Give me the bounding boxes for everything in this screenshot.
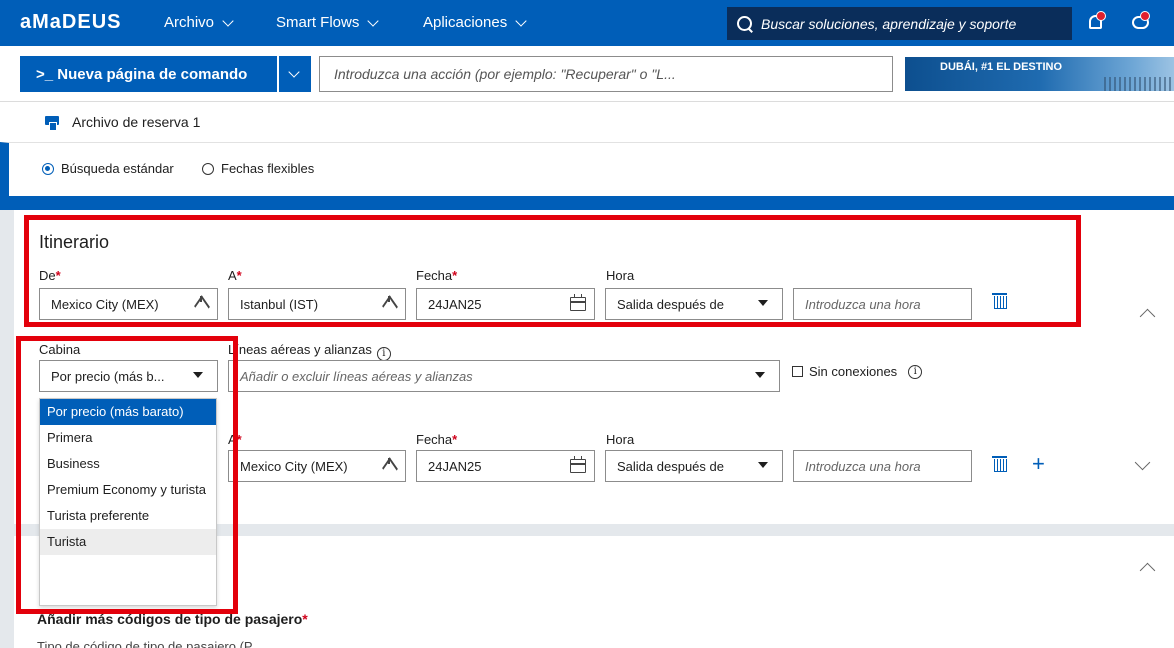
chevron-down-icon: [515, 14, 527, 27]
booking-file-row: Archivo de reserva 1: [0, 102, 1174, 142]
from-label: De*: [39, 268, 61, 283]
search-icon: [737, 15, 753, 32]
delete-icon[interactable]: [992, 293, 1007, 309]
cabin-option-premium-tourist[interactable]: Turista preferente: [40, 503, 216, 529]
to-input-2[interactable]: Mexico City (MEX): [228, 450, 406, 482]
left-gutter: [0, 210, 14, 648]
radio-selected-icon: [42, 162, 54, 175]
airport-lookup-icon[interactable]: [381, 458, 397, 474]
time-mode-select[interactable]: Salida después de: [605, 288, 783, 320]
time-input[interactable]: Introduzca una hora: [793, 288, 972, 320]
airlines-input[interactable]: Añadir o excluir líneas aéreas y alianza…: [228, 360, 780, 392]
skyline-image: [1104, 77, 1174, 91]
cabin-option-first[interactable]: Primera: [40, 425, 216, 451]
time-label-2: Hora: [606, 432, 635, 447]
airport-lookup-icon[interactable]: [381, 296, 397, 312]
new-command-page-button[interactable]: >_ Nueva página de comando: [20, 56, 277, 92]
booking-file-label[interactable]: Archivo de reserva 1: [72, 114, 200, 130]
cabin-option-tourist[interactable]: Turista: [40, 529, 216, 555]
command-row: >_ Nueva página de comando Introduzca un…: [0, 46, 1174, 102]
airlines-label: Líneas aéreas y alianzas i: [228, 342, 391, 361]
delete-icon[interactable]: [992, 456, 1007, 472]
date-input[interactable]: 24JAN25: [416, 288, 595, 320]
radio-standard-search[interactable]: Búsqueda estándar: [42, 161, 174, 176]
info-icon[interactable]: i: [376, 347, 391, 361]
date-label: Fecha*: [416, 268, 458, 283]
global-search-input[interactable]: Buscar soluciones, aprendizaje y soporte: [727, 7, 1072, 40]
time-mode-select-2[interactable]: Salida después de: [605, 450, 783, 482]
menu-archivo[interactable]: Archivo: [164, 14, 234, 31]
to-input[interactable]: Istanbul (IST): [228, 288, 406, 320]
radio-unselected-icon: [202, 162, 214, 175]
search-type-strip: Búsqueda estándar Fechas flexibles: [0, 142, 1174, 196]
caret-down-icon: [758, 462, 768, 468]
from-input[interactable]: Mexico City (MEX): [39, 288, 218, 320]
passenger-type-text: Tipo de código de tipo de pasajero (P: [37, 639, 253, 648]
cabin-option-business[interactable]: Business: [40, 451, 216, 477]
date-input-2[interactable]: 24JAN25: [416, 450, 595, 482]
chevron-down-icon: [288, 66, 300, 78]
calendar-icon[interactable]: [570, 294, 586, 311]
cabin-option-cheapest[interactable]: Por precio (más barato): [40, 399, 216, 425]
cabin-label: Cabina: [39, 342, 81, 357]
menu-smart-flows[interactable]: Smart Flows: [276, 14, 380, 31]
caret-down-icon: [193, 372, 203, 378]
chat-icon[interactable]: [1130, 11, 1152, 33]
caret-down-icon: [758, 300, 768, 306]
menu-aplicaciones[interactable]: Aplicaciones: [423, 14, 527, 31]
calendar-icon[interactable]: [570, 456, 586, 473]
radio-flexible-dates[interactable]: Fechas flexibles: [202, 161, 314, 176]
section-divider: [0, 196, 1174, 210]
time-input-2[interactable]: Introduzca una hora: [793, 450, 972, 482]
info-icon[interactable]: i: [908, 364, 923, 379]
cabin-select[interactable]: Por precio (más b...: [39, 360, 218, 392]
date-label-2: Fecha*: [416, 432, 458, 447]
checkbox-icon: [792, 366, 803, 377]
add-leg-icon[interactable]: +: [1032, 453, 1045, 475]
passenger-codes-title: Añadir más códigos de tipo de pasajero*: [37, 611, 308, 627]
time-label: Hora: [606, 268, 635, 283]
to-label: A*: [228, 268, 242, 283]
cabin-option-premium-economy[interactable]: Premium Economy y turista: [40, 477, 216, 503]
airport-lookup-icon[interactable]: [193, 296, 209, 312]
notifications-bell-icon[interactable]: [1086, 11, 1108, 33]
to-label-2: A*: [228, 432, 242, 447]
itinerary-title: Itinerario: [39, 232, 110, 252]
top-navigation-bar: aMaDEUS Archivo Smart Flows Aplicaciones…: [0, 0, 1174, 46]
chevron-down-icon: [222, 14, 234, 27]
no-connections-checkbox[interactable]: Sin conexiones i: [792, 364, 923, 379]
booking-file-icon: [45, 116, 59, 131]
caret-down-icon: [755, 372, 765, 378]
command-input[interactable]: Introduzca una acción (por ejemplo: "Rec…: [319, 56, 893, 92]
amadeus-logo[interactable]: aMaDEUS: [20, 11, 121, 34]
cabin-dropdown-list: Por precio (más barato) Primera Business…: [39, 398, 217, 606]
command-dropdown-button[interactable]: [279, 56, 311, 92]
chevron-down-icon: [367, 14, 380, 27]
promo-banner[interactable]: DUBÁI, #1 EL DESTINO: [905, 57, 1174, 91]
